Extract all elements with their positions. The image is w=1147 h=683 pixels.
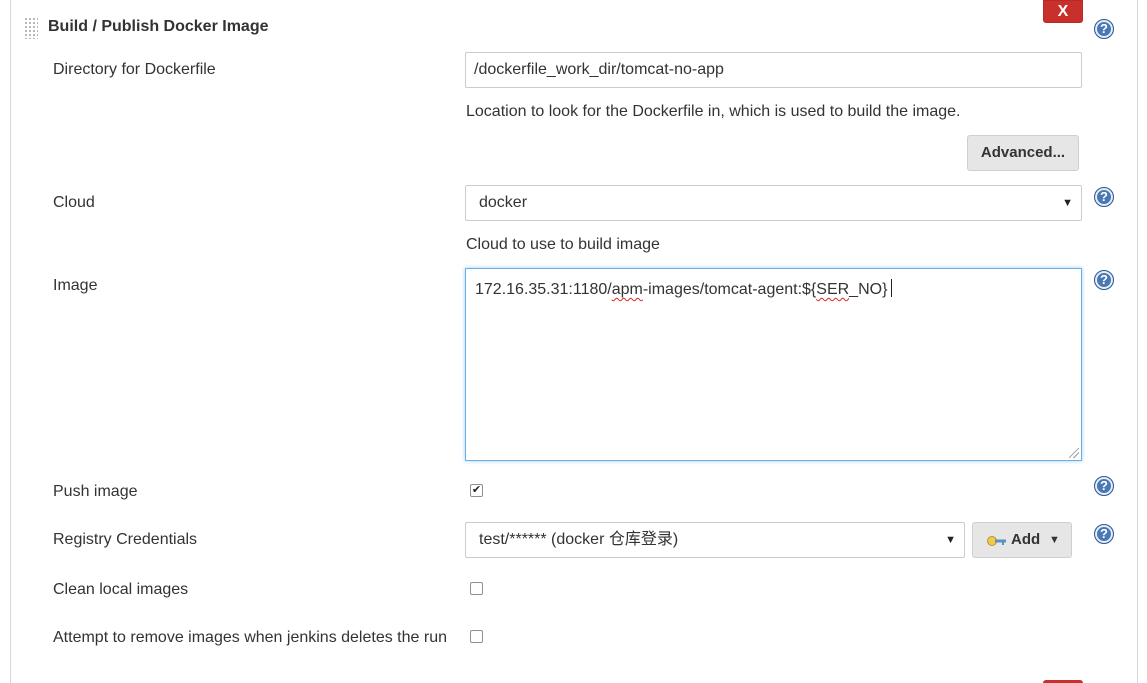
remove-images-label: Attempt to remove images when jenkins de… <box>53 629 447 646</box>
image-help-icon[interactable]: ? <box>1094 270 1114 290</box>
resize-grip-icon[interactable] <box>1069 448 1079 458</box>
push-image-checkbox[interactable]: ✔ <box>470 484 483 497</box>
cloud-help-icon[interactable]: ? <box>1094 187 1114 207</box>
add-credentials-button[interactable]: Add ▼ <box>972 522 1072 558</box>
cloud-label: Cloud <box>53 194 95 211</box>
advanced-button[interactable]: Advanced... <box>967 135 1079 171</box>
text-cursor <box>891 279 893 297</box>
clean-local-images-label: Clean local images <box>53 581 189 598</box>
cloud-select[interactable]: docker ▼ <box>465 185 1082 221</box>
section-title: Build / Publish Docker Image <box>48 18 269 35</box>
select-caret-icon: ▼ <box>945 534 956 546</box>
image-value-suffix: _NO} <box>849 281 888 298</box>
dockerfile-directory-label: Directory for Dockerfile <box>53 61 216 78</box>
image-value-middle: -images/tomcat-agent:${ <box>642 281 817 298</box>
push-image-help-icon[interactable]: ? <box>1094 476 1114 496</box>
help-icon[interactable]: ? <box>1094 19 1114 39</box>
registry-credentials-label: Registry Credentials <box>53 531 198 548</box>
remove-images-checkbox[interactable] <box>470 630 483 643</box>
delete-step-button[interactable]: X <box>1043 0 1083 23</box>
checkmark-icon: ✔ <box>471 484 482 496</box>
cloud-description: Cloud to use to build image <box>466 236 660 253</box>
registry-credentials-selected-value: test/****** (docker 仓库登录) <box>479 531 679 548</box>
image-textarea[interactable]: 172.16.35.31:1180/apm-images/tomcat-agen… <box>465 268 1082 461</box>
dropdown-caret-icon: ▼ <box>1049 534 1060 546</box>
dockerfile-directory-description: Location to look for the Dockerfile in, … <box>466 103 961 120</box>
registry-credentials-select[interactable]: test/****** (docker 仓库登录) ▼ <box>465 522 965 558</box>
key-icon <box>987 536 1006 546</box>
clean-local-images-checkbox[interactable] <box>470 582 483 595</box>
image-value-spellcheck-word: SER <box>816 281 850 298</box>
push-image-label: Push image <box>53 483 138 500</box>
registry-credentials-help-icon[interactable]: ? <box>1094 524 1114 544</box>
cloud-selected-value: docker <box>479 194 528 211</box>
dockerfile-directory-input[interactable] <box>465 52 1082 88</box>
image-value-prefix: 172.16.35.31:1180/ <box>475 281 612 298</box>
add-button-label: Add <box>1011 531 1041 548</box>
select-caret-icon: ▼ <box>1062 197 1073 209</box>
drag-handle-icon[interactable] <box>24 17 38 39</box>
image-label: Image <box>53 277 98 294</box>
image-value-spellcheck-word: apm <box>611 281 643 298</box>
